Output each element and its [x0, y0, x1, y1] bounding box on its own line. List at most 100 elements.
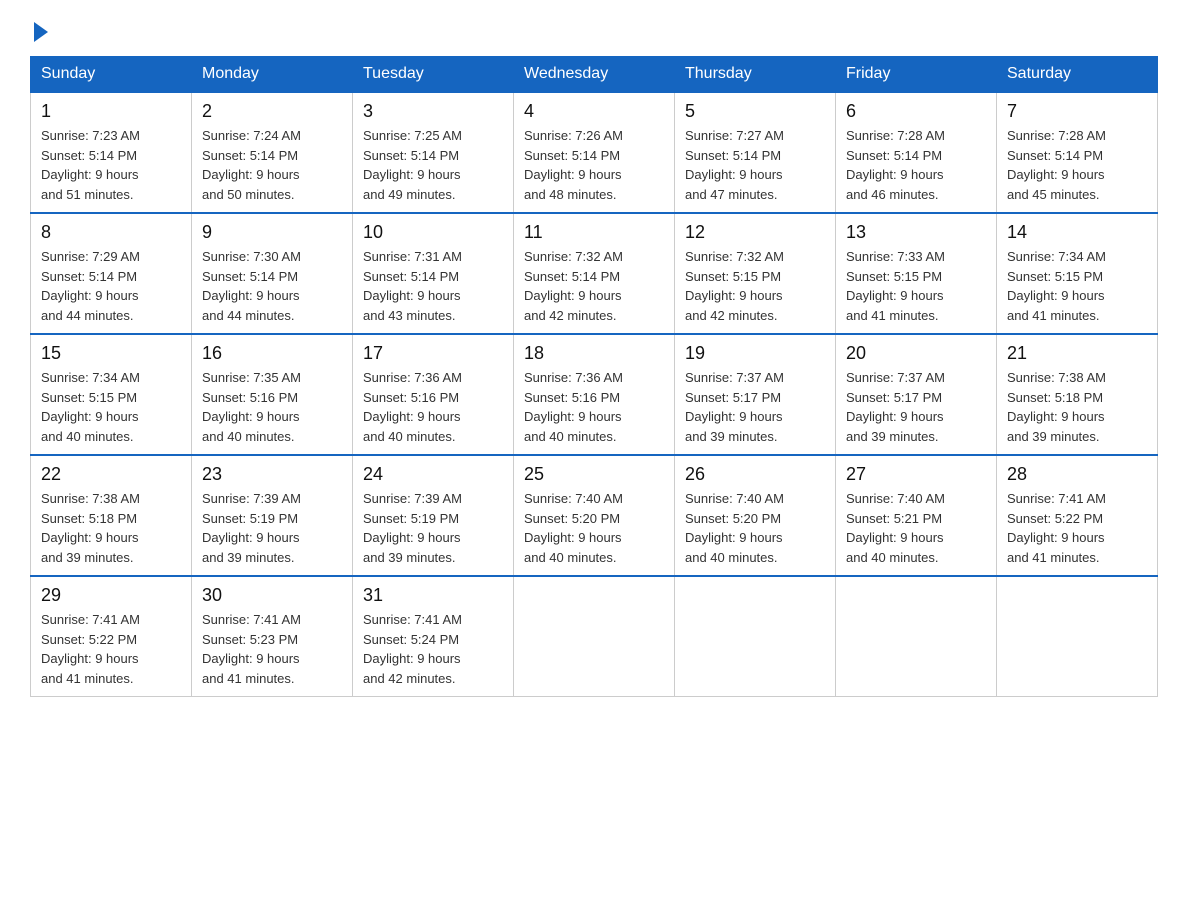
calendar-week-row: 1 Sunrise: 7:23 AM Sunset: 5:14 PM Dayli… [31, 92, 1158, 213]
day-info: Sunrise: 7:41 AM Sunset: 5:22 PM Dayligh… [41, 610, 181, 688]
day-info: Sunrise: 7:36 AM Sunset: 5:16 PM Dayligh… [363, 368, 503, 446]
calendar-cell: 15 Sunrise: 7:34 AM Sunset: 5:15 PM Dayl… [31, 334, 192, 455]
day-info: Sunrise: 7:41 AM Sunset: 5:24 PM Dayligh… [363, 610, 503, 688]
calendar-cell: 30 Sunrise: 7:41 AM Sunset: 5:23 PM Dayl… [192, 576, 353, 697]
day-info: Sunrise: 7:38 AM Sunset: 5:18 PM Dayligh… [1007, 368, 1147, 446]
day-info: Sunrise: 7:35 AM Sunset: 5:16 PM Dayligh… [202, 368, 342, 446]
day-info: Sunrise: 7:40 AM Sunset: 5:20 PM Dayligh… [524, 489, 664, 567]
day-info: Sunrise: 7:37 AM Sunset: 5:17 PM Dayligh… [846, 368, 986, 446]
calendar-cell: 18 Sunrise: 7:36 AM Sunset: 5:16 PM Dayl… [514, 334, 675, 455]
column-header-thursday: Thursday [675, 57, 836, 93]
calendar-cell: 29 Sunrise: 7:41 AM Sunset: 5:22 PM Dayl… [31, 576, 192, 697]
calendar-cell: 12 Sunrise: 7:32 AM Sunset: 5:15 PM Dayl… [675, 213, 836, 334]
calendar-cell [836, 576, 997, 697]
calendar-cell: 26 Sunrise: 7:40 AM Sunset: 5:20 PM Dayl… [675, 455, 836, 576]
day-number: 13 [846, 222, 986, 243]
calendar-cell: 22 Sunrise: 7:38 AM Sunset: 5:18 PM Dayl… [31, 455, 192, 576]
logo [30, 20, 48, 38]
calendar-cell [675, 576, 836, 697]
day-number: 12 [685, 222, 825, 243]
column-header-monday: Monday [192, 57, 353, 93]
day-number: 6 [846, 101, 986, 122]
calendar-cell: 21 Sunrise: 7:38 AM Sunset: 5:18 PM Dayl… [997, 334, 1158, 455]
day-number: 25 [524, 464, 664, 485]
day-number: 28 [1007, 464, 1147, 485]
calendar-cell: 1 Sunrise: 7:23 AM Sunset: 5:14 PM Dayli… [31, 92, 192, 213]
calendar-cell: 24 Sunrise: 7:39 AM Sunset: 5:19 PM Dayl… [353, 455, 514, 576]
calendar-cell: 20 Sunrise: 7:37 AM Sunset: 5:17 PM Dayl… [836, 334, 997, 455]
calendar-cell: 10 Sunrise: 7:31 AM Sunset: 5:14 PM Dayl… [353, 213, 514, 334]
day-number: 22 [41, 464, 181, 485]
calendar-cell: 11 Sunrise: 7:32 AM Sunset: 5:14 PM Dayl… [514, 213, 675, 334]
day-info: Sunrise: 7:31 AM Sunset: 5:14 PM Dayligh… [363, 247, 503, 325]
calendar-cell: 6 Sunrise: 7:28 AM Sunset: 5:14 PM Dayli… [836, 92, 997, 213]
calendar-cell [997, 576, 1158, 697]
calendar-cell: 28 Sunrise: 7:41 AM Sunset: 5:22 PM Dayl… [997, 455, 1158, 576]
day-number: 29 [41, 585, 181, 606]
day-info: Sunrise: 7:39 AM Sunset: 5:19 PM Dayligh… [363, 489, 503, 567]
logo-arrow-icon [34, 22, 48, 42]
day-number: 21 [1007, 343, 1147, 364]
day-number: 16 [202, 343, 342, 364]
day-info: Sunrise: 7:23 AM Sunset: 5:14 PM Dayligh… [41, 126, 181, 204]
day-info: Sunrise: 7:40 AM Sunset: 5:20 PM Dayligh… [685, 489, 825, 567]
calendar-week-row: 8 Sunrise: 7:29 AM Sunset: 5:14 PM Dayli… [31, 213, 1158, 334]
calendar-cell: 3 Sunrise: 7:25 AM Sunset: 5:14 PM Dayli… [353, 92, 514, 213]
column-header-wednesday: Wednesday [514, 57, 675, 93]
calendar-week-row: 15 Sunrise: 7:34 AM Sunset: 5:15 PM Dayl… [31, 334, 1158, 455]
day-info: Sunrise: 7:27 AM Sunset: 5:14 PM Dayligh… [685, 126, 825, 204]
calendar-cell: 4 Sunrise: 7:26 AM Sunset: 5:14 PM Dayli… [514, 92, 675, 213]
calendar-week-row: 22 Sunrise: 7:38 AM Sunset: 5:18 PM Dayl… [31, 455, 1158, 576]
day-number: 18 [524, 343, 664, 364]
day-info: Sunrise: 7:41 AM Sunset: 5:23 PM Dayligh… [202, 610, 342, 688]
calendar-cell [514, 576, 675, 697]
column-header-sunday: Sunday [31, 57, 192, 93]
calendar-cell: 5 Sunrise: 7:27 AM Sunset: 5:14 PM Dayli… [675, 92, 836, 213]
day-number: 30 [202, 585, 342, 606]
day-number: 7 [1007, 101, 1147, 122]
calendar-cell: 14 Sunrise: 7:34 AM Sunset: 5:15 PM Dayl… [997, 213, 1158, 334]
day-info: Sunrise: 7:37 AM Sunset: 5:17 PM Dayligh… [685, 368, 825, 446]
calendar-cell: 9 Sunrise: 7:30 AM Sunset: 5:14 PM Dayli… [192, 213, 353, 334]
day-number: 26 [685, 464, 825, 485]
day-number: 10 [363, 222, 503, 243]
calendar-cell: 16 Sunrise: 7:35 AM Sunset: 5:16 PM Dayl… [192, 334, 353, 455]
day-number: 4 [524, 101, 664, 122]
day-info: Sunrise: 7:28 AM Sunset: 5:14 PM Dayligh… [846, 126, 986, 204]
column-header-friday: Friday [836, 57, 997, 93]
column-header-saturday: Saturday [997, 57, 1158, 93]
day-number: 23 [202, 464, 342, 485]
calendar-cell: 8 Sunrise: 7:29 AM Sunset: 5:14 PM Dayli… [31, 213, 192, 334]
day-info: Sunrise: 7:30 AM Sunset: 5:14 PM Dayligh… [202, 247, 342, 325]
day-number: 3 [363, 101, 503, 122]
calendar-cell: 31 Sunrise: 7:41 AM Sunset: 5:24 PM Dayl… [353, 576, 514, 697]
day-number: 14 [1007, 222, 1147, 243]
day-number: 2 [202, 101, 342, 122]
day-info: Sunrise: 7:40 AM Sunset: 5:21 PM Dayligh… [846, 489, 986, 567]
day-info: Sunrise: 7:34 AM Sunset: 5:15 PM Dayligh… [41, 368, 181, 446]
day-info: Sunrise: 7:36 AM Sunset: 5:16 PM Dayligh… [524, 368, 664, 446]
day-info: Sunrise: 7:24 AM Sunset: 5:14 PM Dayligh… [202, 126, 342, 204]
day-number: 15 [41, 343, 181, 364]
day-number: 24 [363, 464, 503, 485]
day-number: 20 [846, 343, 986, 364]
day-info: Sunrise: 7:32 AM Sunset: 5:14 PM Dayligh… [524, 247, 664, 325]
day-number: 5 [685, 101, 825, 122]
calendar-week-row: 29 Sunrise: 7:41 AM Sunset: 5:22 PM Dayl… [31, 576, 1158, 697]
calendar-cell: 19 Sunrise: 7:37 AM Sunset: 5:17 PM Dayl… [675, 334, 836, 455]
column-header-tuesday: Tuesday [353, 57, 514, 93]
day-number: 31 [363, 585, 503, 606]
day-info: Sunrise: 7:32 AM Sunset: 5:15 PM Dayligh… [685, 247, 825, 325]
day-info: Sunrise: 7:29 AM Sunset: 5:14 PM Dayligh… [41, 247, 181, 325]
page-header [30, 20, 1158, 38]
day-number: 9 [202, 222, 342, 243]
day-info: Sunrise: 7:28 AM Sunset: 5:14 PM Dayligh… [1007, 126, 1147, 204]
day-info: Sunrise: 7:38 AM Sunset: 5:18 PM Dayligh… [41, 489, 181, 567]
calendar-cell: 25 Sunrise: 7:40 AM Sunset: 5:20 PM Dayl… [514, 455, 675, 576]
day-number: 17 [363, 343, 503, 364]
calendar-cell: 7 Sunrise: 7:28 AM Sunset: 5:14 PM Dayli… [997, 92, 1158, 213]
calendar-cell: 13 Sunrise: 7:33 AM Sunset: 5:15 PM Dayl… [836, 213, 997, 334]
day-info: Sunrise: 7:26 AM Sunset: 5:14 PM Dayligh… [524, 126, 664, 204]
day-number: 1 [41, 101, 181, 122]
day-number: 8 [41, 222, 181, 243]
